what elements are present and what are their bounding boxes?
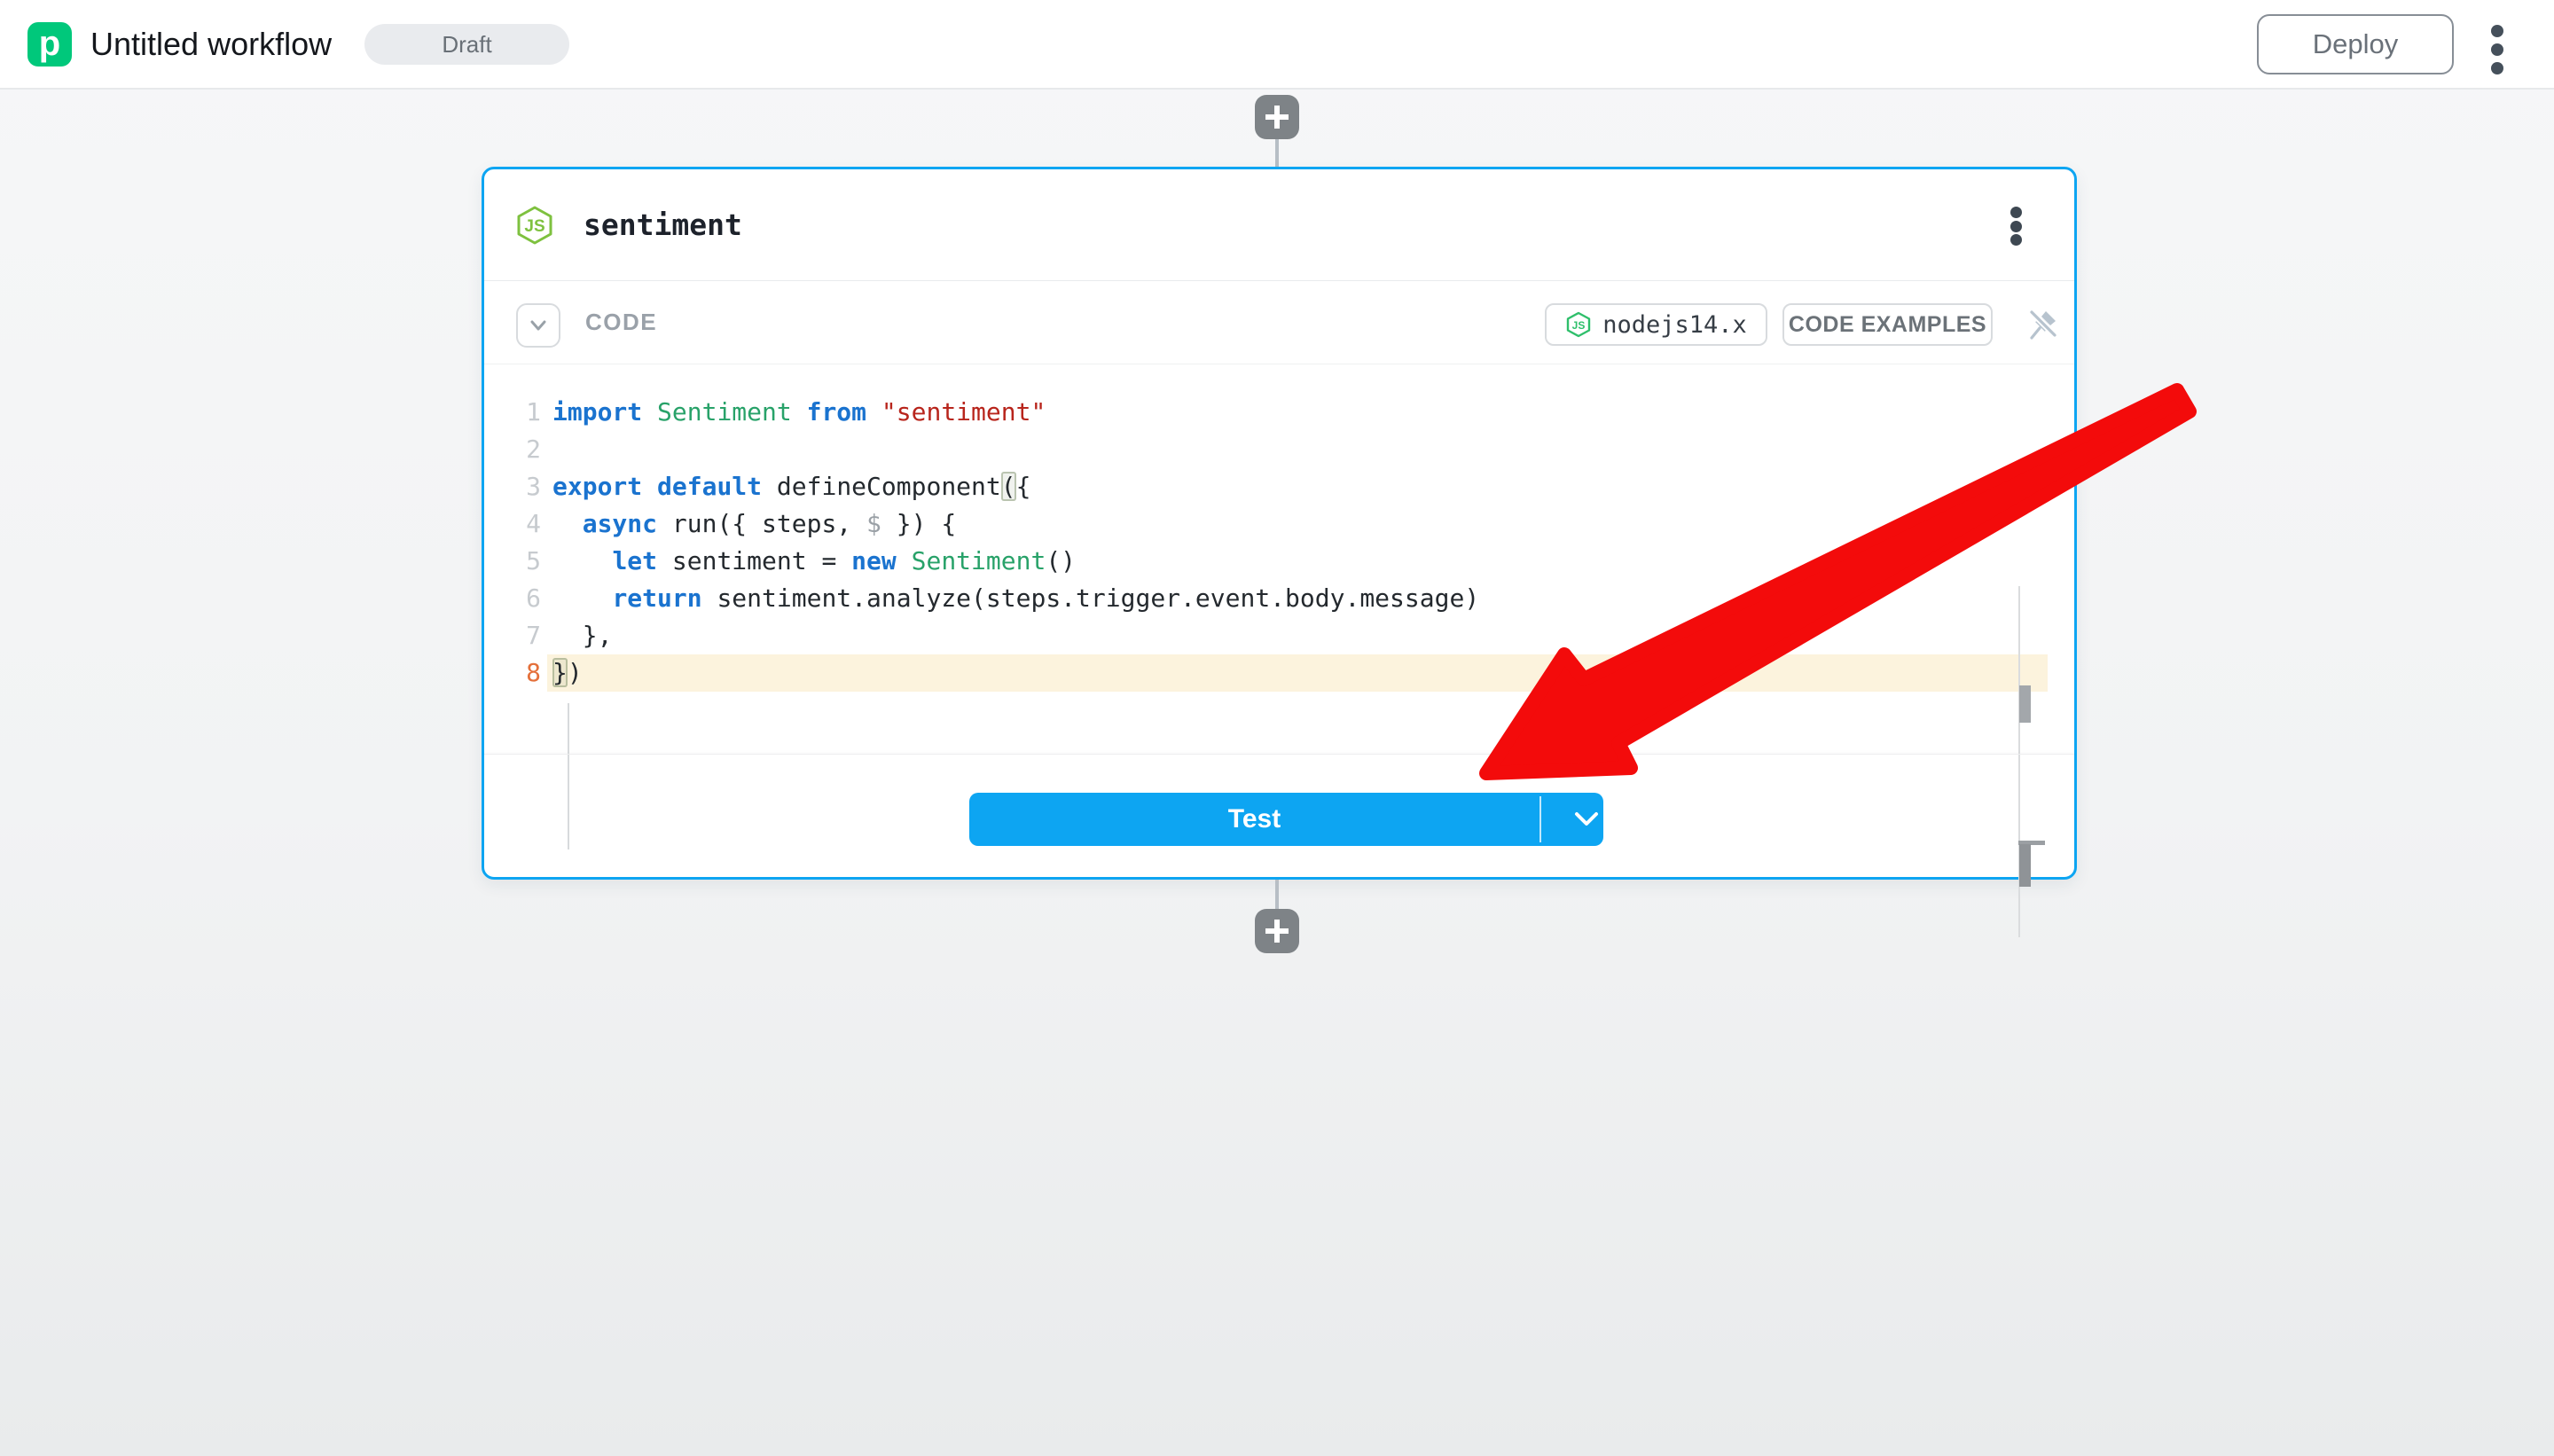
kebab-dot xyxy=(2010,234,2022,246)
code-examples-button[interactable]: CODE EXAMPLES xyxy=(1782,303,1993,346)
section-label-code: CODE xyxy=(585,281,657,364)
chevron-down-icon xyxy=(1574,811,1599,827)
line-number: 1 xyxy=(484,394,541,431)
line-number: 5 xyxy=(484,543,541,580)
code-line[interactable]: let sentiment = new Sentiment() xyxy=(547,543,2048,580)
svg-text:JS: JS xyxy=(524,217,544,236)
kebab-dot xyxy=(2010,221,2022,232)
button-divider xyxy=(1539,796,1541,842)
code-line[interactable]: export default defineComponent({ xyxy=(547,468,2048,505)
runtime-badge[interactable]: JS nodejs14.x xyxy=(1545,303,1767,346)
plus-icon xyxy=(1255,909,1299,953)
workflow-menu-button[interactable] xyxy=(2485,25,2510,74)
line-number: 7 xyxy=(484,617,541,654)
code-editor[interactable]: 12345678 import Sentiment from "sentimen… xyxy=(484,364,2074,754)
code-section-toolbar: CODE JS nodejs14.x CODE EXAMPLES xyxy=(484,281,2074,364)
code-lines[interactable]: import Sentiment from "sentiment" export … xyxy=(547,394,2048,692)
line-number: 8 xyxy=(484,654,541,692)
pin-slash-icon[interactable] xyxy=(2025,308,2059,341)
scrollbar-mark xyxy=(2019,685,2031,723)
runtime-label: nodejs14.x xyxy=(1602,311,1747,339)
pipedream-logo[interactable]: p xyxy=(27,22,72,67)
connector-line xyxy=(1275,139,1279,167)
line-number: 2 xyxy=(484,431,541,468)
kebab-dot xyxy=(2491,62,2503,74)
code-line[interactable] xyxy=(547,431,2048,468)
nodejs-icon: JS xyxy=(514,205,555,246)
kebab-dot xyxy=(2491,43,2503,56)
collapse-section-button[interactable] xyxy=(516,303,560,348)
step-title[interactable]: sentiment xyxy=(584,169,742,280)
page-background: p Untitled workflow Draft Deploy JS sent… xyxy=(0,0,2554,1456)
chevron-down-icon xyxy=(523,310,553,341)
add-step-button-top[interactable] xyxy=(1255,95,1299,139)
step-menu-button[interactable] xyxy=(2002,207,2029,246)
code-gutter: 12345678 xyxy=(484,394,541,692)
test-section: Test xyxy=(484,754,2074,878)
line-number: 3 xyxy=(484,468,541,505)
workflow-step-card[interactable]: JS sentiment CODE JS nodej xyxy=(482,167,2077,880)
add-step-button-bottom[interactable] xyxy=(1255,909,1299,953)
step-header: JS sentiment xyxy=(484,169,2074,281)
app-header: p Untitled workflow Draft Deploy xyxy=(0,0,2554,90)
test-button-label[interactable]: Test xyxy=(969,793,1539,846)
deploy-button[interactable]: Deploy xyxy=(2257,14,2454,74)
plus-icon xyxy=(1255,95,1299,139)
code-line[interactable]: }) xyxy=(547,654,2048,692)
test-options-button[interactable] xyxy=(1555,793,1618,846)
code-line[interactable]: import Sentiment from "sentiment" xyxy=(547,394,2048,431)
line-number: 4 xyxy=(484,505,541,543)
kebab-dot xyxy=(2491,25,2503,37)
status-badge: Draft xyxy=(364,24,569,65)
workflow-title[interactable]: Untitled workflow xyxy=(90,0,332,88)
svg-text:JS: JS xyxy=(1572,319,1586,332)
nodejs-icon: JS xyxy=(1565,311,1592,338)
connector-line xyxy=(1275,880,1279,909)
code-line[interactable]: async run({ steps, $ }) { xyxy=(547,505,2048,543)
test-button[interactable]: Test xyxy=(969,793,1603,846)
code-line[interactable]: }, xyxy=(547,617,2048,654)
line-number: 6 xyxy=(484,580,541,617)
code-line[interactable]: return sentiment.analyze(steps.trigger.e… xyxy=(547,580,2048,617)
kebab-dot xyxy=(2010,207,2022,218)
